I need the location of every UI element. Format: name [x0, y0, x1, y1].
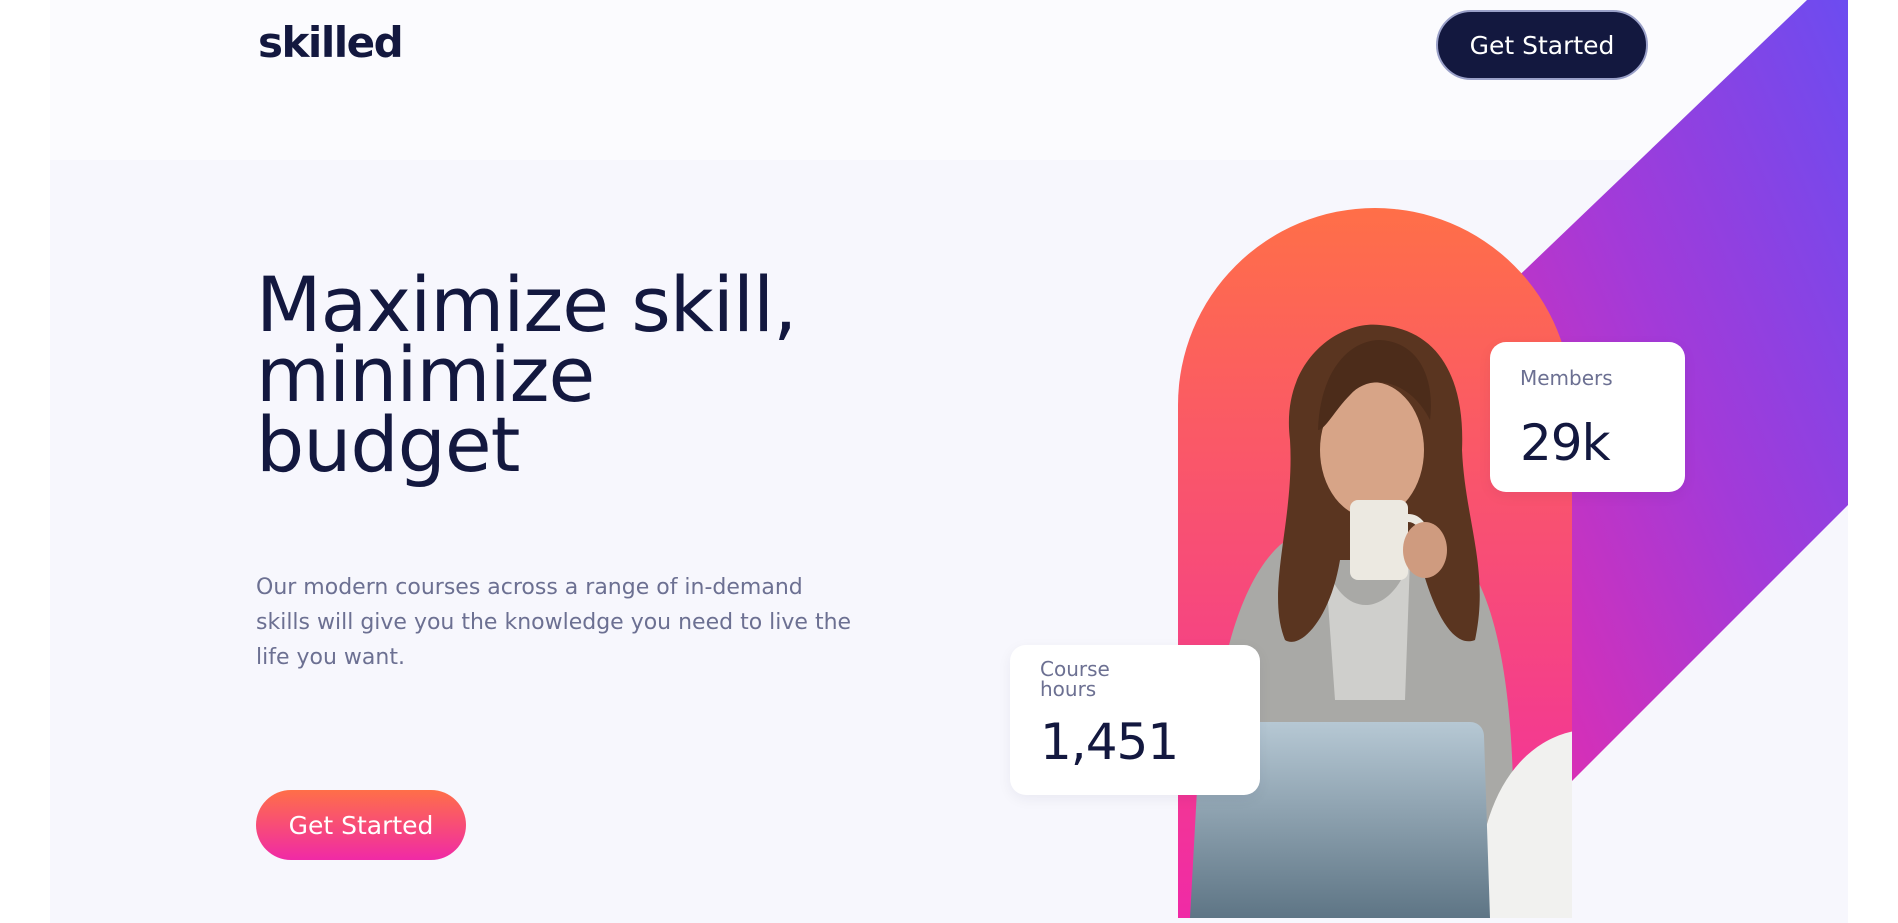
members-value: 29k: [1520, 414, 1611, 472]
page: skilled Get Started Maximize skill, mini…: [50, 0, 1848, 923]
headline-line: budget: [256, 400, 520, 489]
brand-logo[interactable]: skilled: [258, 18, 404, 67]
hero-description: Our modern courses across a range of in-…: [256, 575, 852, 670]
hero-get-started-button[interactable]: Get Started: [256, 790, 466, 860]
course-hours-value: 1,451: [1040, 713, 1179, 771]
header-get-started-button[interactable]: Get Started: [1436, 10, 1648, 80]
members-stat-card: Members 29k: [1490, 342, 1685, 492]
hero-headline: Maximize skill, minimize budget: [256, 267, 876, 489]
course-hours-label: Course hours: [1040, 657, 1110, 701]
course-hours-stat-card: Course hours 1,451: [1010, 645, 1260, 795]
members-label: Members: [1520, 366, 1613, 390]
